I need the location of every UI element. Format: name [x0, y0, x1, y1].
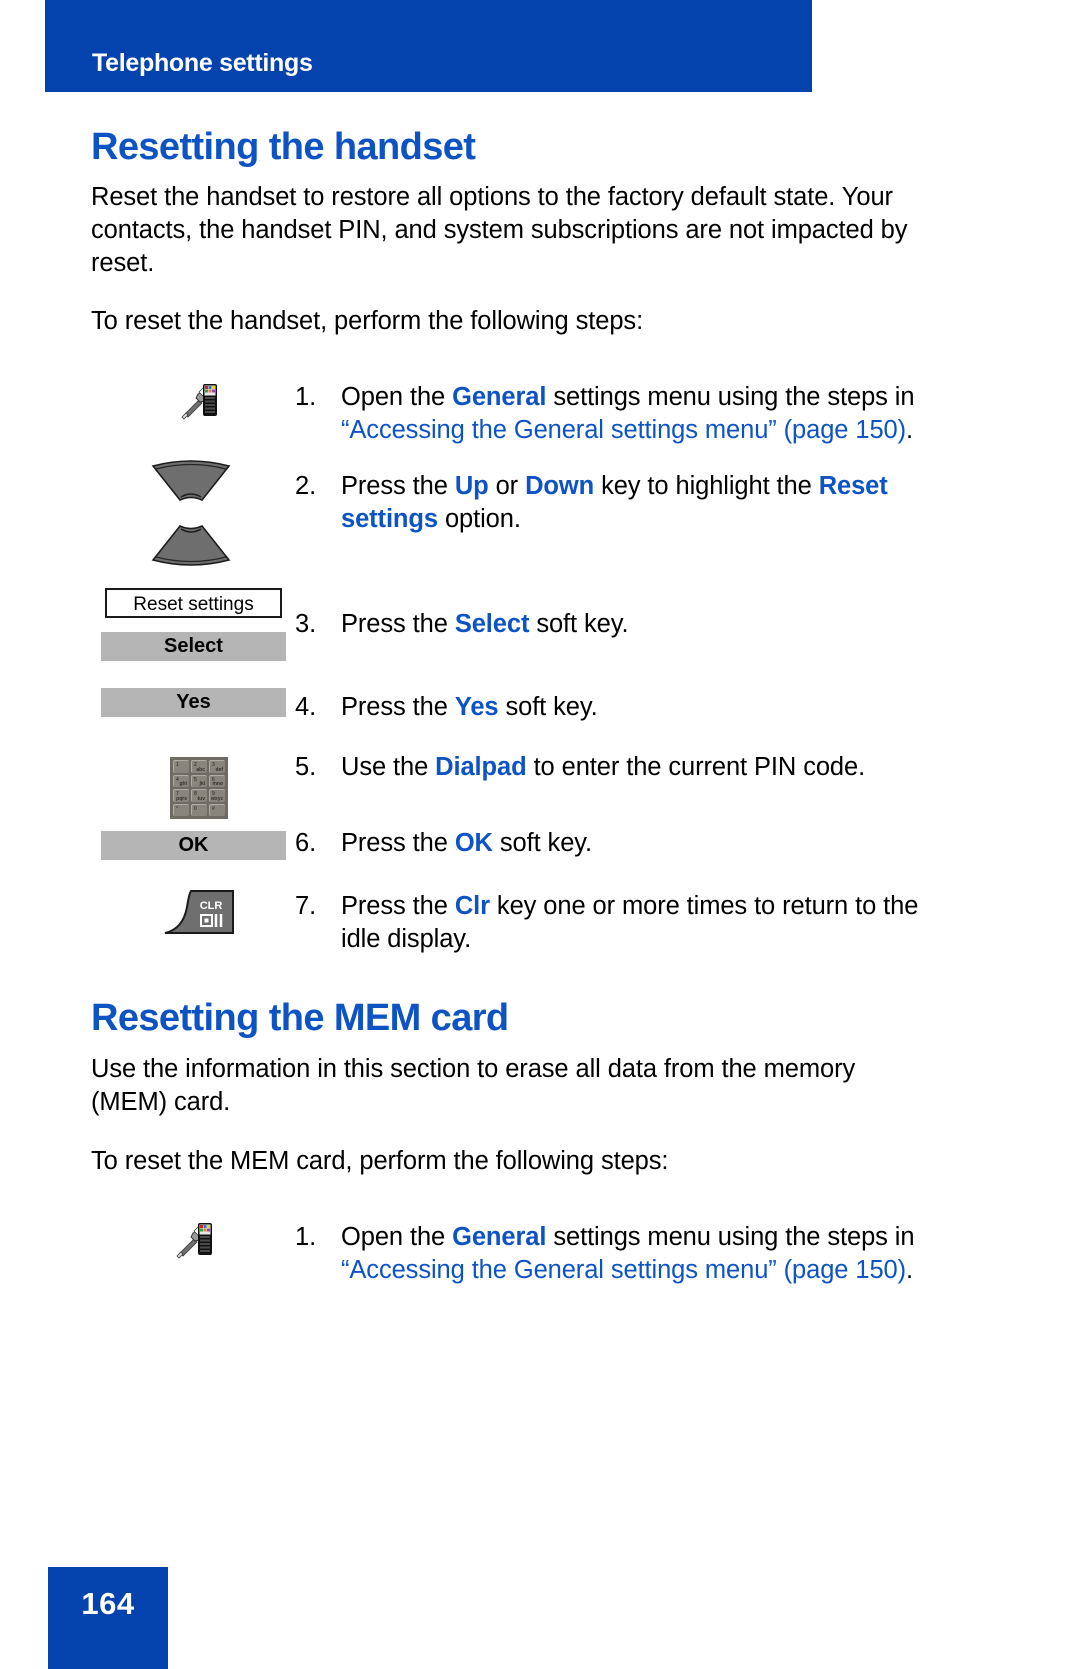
step-text-press-clr-key: Press the Clr key one or more times to r… — [341, 890, 931, 956]
step-text-fragment: soft key. — [498, 693, 598, 721]
step-text-fragment: settings menu using the steps in — [546, 383, 915, 411]
running-header-title: Telephone settings — [92, 49, 313, 77]
dialpad-key-2: 2 abc — [191, 760, 207, 773]
cross-reference-link-accessing-general-settings[interactable]: “Accessing the General settings menu” (p… — [341, 416, 906, 444]
step-text-fragment: soft key. — [529, 610, 629, 638]
dialpad-key-7: 7 pqrs — [173, 789, 189, 802]
dialpad-key-9: 9 wxyz — [209, 789, 225, 802]
step-number: 4. — [295, 693, 317, 721]
step-keyword-down: Down — [525, 472, 595, 500]
softkey-ok[interactable]: OK — [101, 831, 286, 860]
step-keyword-dialpad: Dialpad — [435, 753, 527, 781]
step-text-fragment: Open the — [341, 383, 453, 411]
step-text-use-dialpad: Use the Dialpad to enter the current PIN… — [341, 751, 931, 784]
step-text-fragment: Use the — [341, 753, 436, 781]
step-text-fragment: Press the — [341, 829, 455, 857]
step-text-open-general-settings-mem: Open the General settings menu using the… — [341, 1221, 931, 1287]
dialpad-icon: 1 2 abc 3 def 4 ghi 5 jkl 6 mno 7 pqrs 8 tuv 9w… — [170, 757, 228, 819]
step-keyword-general: General — [452, 383, 547, 411]
dialpad-key-8: 8 tuv — [191, 789, 207, 802]
page-title-resetting-the-mem-card: Resetting the MEM card — [91, 997, 509, 1039]
step-text-press-yes-softkey: Press the Yes soft key. — [341, 691, 931, 724]
dialpad-key-1: 1 — [173, 760, 189, 773]
step-text-open-general-settings: Open the General settings menu using the… — [341, 381, 931, 447]
dialpad-key-star: * — [173, 803, 189, 816]
step-text-fragment: . — [906, 416, 914, 444]
step-number: 3. — [295, 610, 317, 638]
running-header-banner: Telephone settings — [45, 0, 812, 92]
page-number: 164 — [81, 1586, 135, 1621]
dialpad-key-3: 3 def — [209, 760, 225, 773]
intro-paragraph-handset: Reset the handset to restore all options… — [91, 183, 908, 277]
up-navigation-key-icon — [150, 460, 232, 502]
step-text-fragment: settings menu using the steps in — [546, 1223, 915, 1251]
dialpad-key-6: 6 mno — [209, 774, 225, 787]
softkey-yes[interactable]: Yes — [101, 688, 286, 717]
dialpad-key-5: 5 jkl — [191, 774, 207, 787]
general-settings-icon — [172, 1219, 216, 1259]
step-keyword-clr: Clr — [454, 892, 490, 920]
dialpad-key-hash: # — [209, 803, 225, 816]
step-text-fragment: Press the — [341, 472, 455, 500]
step-text-fragment: Press the — [341, 693, 455, 721]
svg-text:CLR: CLR — [200, 900, 223, 912]
step-keyword-general: General — [452, 1223, 547, 1251]
step-keyword-select: Select — [454, 610, 530, 638]
page-number-footer-box: 164 — [48, 1567, 168, 1669]
lead-in-handset: To reset the handset, perform the follow… — [91, 307, 644, 335]
cross-reference-link-accessing-general-settings[interactable]: “Accessing the General settings menu” (p… — [341, 1256, 906, 1284]
step-text-fragment: Press the — [341, 610, 455, 638]
step-number: 7. — [295, 892, 317, 920]
step-text-fragment: Press the — [341, 892, 455, 920]
clr-key-icon: CLR — [163, 889, 235, 935]
step-number: 1. — [295, 383, 317, 411]
step-keyword-ok: OK — [454, 829, 493, 857]
step-number: 2. — [295, 472, 317, 500]
step-keyword-up: Up — [454, 472, 489, 500]
step-text-fragment: key to highlight the — [594, 472, 819, 500]
step-text-fragment: option. — [437, 505, 521, 533]
step-number: 1. — [295, 1223, 317, 1251]
step-text-press-ok-softkey: Press the OK soft key. — [341, 827, 931, 860]
step-text-fragment: or — [488, 472, 526, 500]
step-number: 6. — [295, 829, 317, 857]
menu-item-reset-settings[interactable]: Reset settings — [105, 588, 282, 618]
lead-in-mem: To reset the MEM card, perform the follo… — [91, 1147, 669, 1175]
down-navigation-key-icon — [150, 524, 232, 566]
step-text-fragment: to enter the current PIN code. — [526, 753, 866, 781]
step-text-press-up-or-down: Press the Up or Down key to highlight th… — [341, 470, 931, 536]
step-text-fragment: Open the — [341, 1223, 453, 1251]
dialpad-key-4: 4 ghi — [173, 774, 189, 787]
step-text-fragment: soft key. — [492, 829, 593, 857]
step-keyword-yes: Yes — [454, 693, 499, 721]
intro-paragraph-mem: Use the information in this section to e… — [91, 1055, 856, 1116]
step-number: 5. — [295, 753, 317, 781]
softkey-select[interactable]: Select — [101, 632, 286, 661]
dialpad-key-0: 0 — [191, 803, 207, 816]
step-text-fragment: . — [906, 1256, 914, 1284]
page-title-resetting-the-handset: Resetting the handset — [91, 126, 476, 168]
general-settings-icon — [177, 380, 221, 420]
step-text-press-select-softkey: Press the Select soft key. — [341, 608, 931, 641]
